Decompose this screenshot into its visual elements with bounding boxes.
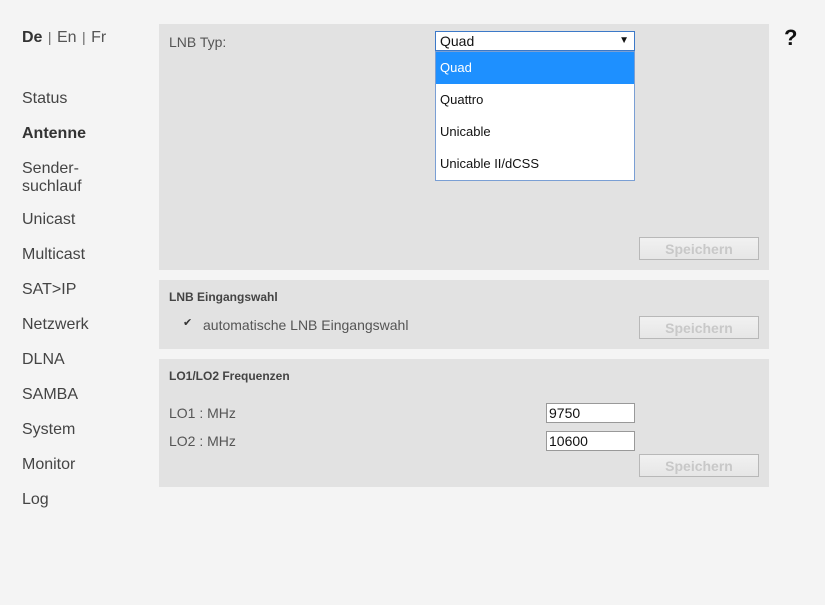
language-separator: |	[47, 29, 52, 45]
lnb-type-dropdown-list: Quad Quattro Unicable Unicable II/dCSS	[435, 51, 635, 181]
language-separator: |	[82, 29, 86, 45]
lnb-type-option-unicable-ii-dcss[interactable]: Unicable II/dCSS	[436, 148, 634, 180]
nav-item-unicast[interactable]: Unicast	[22, 211, 75, 229]
nav-item-sendersuchlauf[interactable]: Sender- suchlauf	[22, 160, 82, 196]
nav-item-sendersuchlauf-line2: suchlauf	[22, 178, 82, 195]
lnb-input-panel: LNB Eingangswahl automatische LNB Eingan…	[159, 280, 769, 349]
language-switcher: De | En | Fr	[22, 29, 106, 47]
lo2-label: LO2 : MHz	[169, 433, 236, 449]
lo-frequency-save-button[interactable]: Speichern	[639, 454, 759, 477]
lnb-type-option-quad[interactable]: Quad	[436, 52, 634, 84]
nav-item-status[interactable]: Status	[22, 90, 67, 108]
nav-item-log[interactable]: Log	[22, 491, 49, 509]
nav-item-samba[interactable]: SAMBA	[22, 386, 78, 404]
language-de[interactable]: De	[22, 29, 42, 46]
lo1-frequency-input[interactable]: 9750	[546, 403, 635, 423]
nav-item-antenne[interactable]: Antenne	[22, 125, 86, 143]
nav-item-monitor[interactable]: Monitor	[22, 456, 75, 474]
nav-item-multicast[interactable]: Multicast	[22, 246, 85, 264]
language-en[interactable]: En	[57, 29, 77, 46]
lnb-input-title: LNB Eingangswahl	[169, 290, 278, 304]
lo-frequency-title: LO1/LO2 Frequenzen	[169, 369, 290, 383]
nav-item-satip[interactable]: SAT>IP	[22, 281, 76, 299]
lnb-type-option-quattro[interactable]: Quattro	[436, 84, 634, 116]
lo2-frequency-input[interactable]: 10600	[546, 431, 635, 451]
lnb-type-option-unicable[interactable]: Unicable	[436, 116, 634, 148]
lnb-type-save-button[interactable]: Speichern	[639, 237, 759, 260]
auto-lnb-input-checkbox[interactable]: ✔	[183, 318, 194, 329]
auto-lnb-input-label: automatische LNB Eingangswahl	[203, 317, 409, 333]
nav-item-netzwerk[interactable]: Netzwerk	[22, 316, 89, 334]
lnb-type-label: LNB Typ:	[169, 34, 227, 50]
nav-item-system[interactable]: System	[22, 421, 75, 439]
lnb-input-save-button[interactable]: Speichern	[639, 316, 759, 339]
lnb-type-selected-value: Quad	[440, 33, 475, 49]
lo1-label: LO1 : MHz	[169, 405, 236, 421]
lo-frequency-panel: LO1/LO2 Frequenzen LO1 : MHz LO2 : MHz S…	[159, 359, 769, 487]
nav-item-sendersuchlauf-line1: Sender-	[22, 160, 79, 177]
dropdown-arrow-icon: ▼	[619, 35, 629, 46]
help-icon[interactable]: ?	[784, 25, 797, 51]
language-fr[interactable]: Fr	[91, 29, 106, 46]
lnb-type-select[interactable]: Quad ▼	[435, 31, 635, 51]
nav-item-dlna[interactable]: DLNA	[22, 351, 65, 369]
